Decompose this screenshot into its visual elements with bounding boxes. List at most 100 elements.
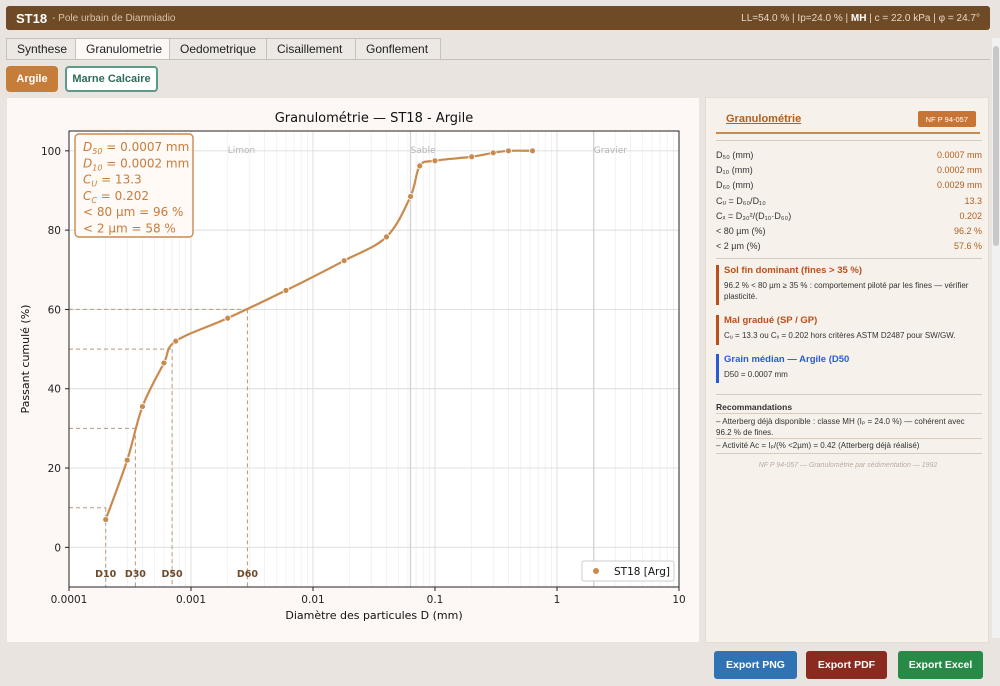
chart-title: Granulométrie — ST18 - Argile xyxy=(275,111,474,126)
y-tick-label: 0 xyxy=(54,542,61,554)
recommendation-item: – Atterberg déjà disponible : classe MH … xyxy=(716,417,965,437)
y-tick-label: 100 xyxy=(41,146,61,158)
norm-badge: NF P 94-057 xyxy=(917,111,976,127)
soil-button-marne-calcaire[interactable]: Marne Calcaire xyxy=(65,66,158,92)
divider xyxy=(716,140,982,141)
export-pdf-button[interactable]: Export PDF xyxy=(806,651,887,679)
tab-divider xyxy=(6,59,990,60)
y-axis-label: Passant cumulé (%) xyxy=(19,305,32,414)
param-value: 0.0002 mm xyxy=(936,165,982,175)
y-tick-label: 60 xyxy=(48,304,61,316)
param-value: 96.2 % xyxy=(953,226,982,236)
param-row: D₅₀ (mm) 0.0007 mm xyxy=(716,148,982,163)
param-value: 57.6 % xyxy=(953,241,982,251)
data-point xyxy=(416,162,424,170)
props-class: MH xyxy=(850,12,867,24)
data-point xyxy=(123,456,131,464)
legend-label: ST18 [Arg] xyxy=(614,566,670,578)
site-name: - Pole urbain de Diamniadio xyxy=(52,12,176,24)
y-tick-label: 80 xyxy=(48,225,61,237)
marker-label: D10 xyxy=(95,569,116,580)
summary-panel: Granulométrie NF P 94-057 D₅₀ (mm) 0.0007… xyxy=(705,97,989,643)
tab-oedometrique[interactable]: Oedometrique xyxy=(169,38,267,60)
divider xyxy=(716,438,982,439)
legend-marker xyxy=(593,568,599,574)
export-excel-button[interactable]: Export Excel xyxy=(898,651,983,679)
param-label: Cᵤ = D₆₀/D₁₀ xyxy=(716,196,766,206)
param-value: 13.3 xyxy=(964,196,982,206)
norm-footnote: NF P 94-057 — Granulométrie par sédiment… xyxy=(758,462,938,469)
scrollbar-thumb[interactable] xyxy=(993,46,999,246)
x-tick-label: 0.1 xyxy=(427,594,444,606)
stats-line: < 80 µm = 96 % xyxy=(83,205,183,219)
data-point xyxy=(505,147,512,155)
zone-label: Gravier xyxy=(594,146,628,156)
sample-code: ST18 xyxy=(16,10,48,26)
divider xyxy=(716,394,982,395)
divider xyxy=(716,453,982,454)
param-value: 0.0029 mm xyxy=(936,180,982,190)
param-label: D₆₀ (mm) xyxy=(716,180,754,190)
recommendations-title: Recommandations xyxy=(716,402,793,412)
param-label: Cₓ = D₃₀²/(D₁₀·D₆₀) xyxy=(716,211,792,221)
tab-granulometrie[interactable]: Granulometrie xyxy=(75,38,170,60)
note-body: D50 = 0.0007 mm xyxy=(724,370,788,379)
soil-properties: LL=54.0 % | Ip=24.0 % | MH | c = 22.0 kP… xyxy=(741,13,980,24)
chart-panel: Limon Sable Gravier D10 D30 D50 D60 0.0001 0.001… xyxy=(6,97,700,643)
zone-label: Limon xyxy=(228,146,256,156)
param-label: D₁₀ (mm) xyxy=(716,165,753,175)
recommendation-item: – Activité Ac = Iₚ/(% <2µm) = 0.42 (Atte… xyxy=(716,441,920,450)
data-point xyxy=(340,257,348,265)
data-point xyxy=(172,337,180,345)
y-tick-label: 20 xyxy=(48,463,61,475)
export-bar: Export PNG Export PDF Export Excel xyxy=(0,644,1000,686)
marker-label: D60 xyxy=(237,569,258,580)
data-point xyxy=(468,153,476,161)
soil-button-argile[interactable]: Argile xyxy=(6,66,58,92)
data-point xyxy=(489,149,497,157)
data-point xyxy=(139,403,146,410)
note-median: Grain médian — Argile (D50 D50 = 0.0007 … xyxy=(716,354,982,383)
x-tick-label: 1 xyxy=(554,594,561,606)
tab-cisaillement[interactable]: Cisaillement xyxy=(266,38,356,60)
param-value: 0.0007 mm xyxy=(936,150,982,160)
tab-synthese[interactable]: Synthese xyxy=(6,38,76,60)
param-label: D₅₀ (mm) xyxy=(716,150,754,160)
note-fines: Sol fin dominant (fines > 35 %) 96.2 % <… xyxy=(716,265,982,305)
note-title: Sol fin dominant (fines > 35 %) xyxy=(724,265,863,276)
title-bar: ST18 - Pole urbain de Diamniadio LL=54.0… xyxy=(6,6,990,30)
data-point xyxy=(102,516,110,523)
y-tick-label: 40 xyxy=(48,384,61,396)
soil-selector: Argile Marne Calcaire xyxy=(6,66,158,92)
scrollbar[interactable] xyxy=(992,38,1000,638)
x-tick-label: 0.0001 xyxy=(51,594,88,606)
data-point xyxy=(431,157,439,165)
data-point xyxy=(407,193,414,200)
x-tick-label: 0.001 xyxy=(176,594,206,606)
props-strength: | c = 22.0 kPa | φ = 24.7° xyxy=(869,12,980,24)
param-row: < 80 µm (%) 96.2 % xyxy=(716,224,982,239)
param-row: < 2 µm (%) 57.6 % xyxy=(716,239,982,254)
data-point xyxy=(282,287,290,294)
tab-bar: Synthese Granulometrie Oedometrique Cisa… xyxy=(6,38,441,60)
marker-label: D50 xyxy=(162,569,183,580)
props-limits: LL=54.0 % | Ip=24.0 % | xyxy=(741,12,849,24)
note-title: Mal gradué (SP / GP) xyxy=(724,315,818,326)
stats-line: < 2 µm = 58 % xyxy=(83,222,176,236)
x-tick-label: 0.01 xyxy=(301,594,324,606)
divider xyxy=(716,258,982,259)
divider xyxy=(716,413,982,414)
param-label: < 2 µm (%) xyxy=(716,241,761,251)
data-point xyxy=(224,314,232,322)
note-body: 96.2 % < 80 µm ≥ 35 % : comportement pil… xyxy=(724,281,969,301)
zone-label: Sable xyxy=(411,146,436,156)
summary-header: Granulométrie NF P 94-057 xyxy=(716,108,980,134)
param-value: 0.202 xyxy=(959,211,982,221)
param-row: Cᵤ = D₆₀/D₁₀ 13.3 xyxy=(716,194,982,209)
data-point xyxy=(529,147,536,155)
note-gradation: Mal gradué (SP / GP) Cᵤ = 13.3 ou Cₓ = 0… xyxy=(716,315,982,345)
x-axis-label: Diamètre des particules D (mm) xyxy=(285,609,462,622)
note-body: Cᵤ = 13.3 ou Cₓ = 0.202 hors critères AS… xyxy=(724,331,956,340)
tab-gonflement[interactable]: Gonflement xyxy=(355,38,441,60)
export-png-button[interactable]: Export PNG xyxy=(714,651,797,679)
